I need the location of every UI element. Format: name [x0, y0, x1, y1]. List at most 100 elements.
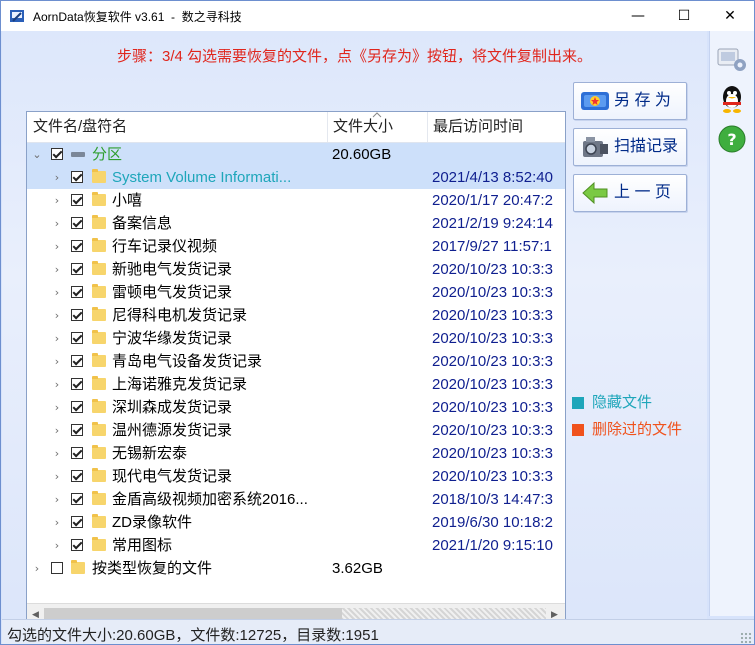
qq-penguin-icon[interactable]: [716, 83, 748, 115]
row-time: 2020/1/17 20:47:2: [432, 192, 553, 209]
tree-row[interactable]: › 温州德源发货记录 2020/10/23 10:3:3: [27, 419, 565, 442]
close-button[interactable]: ✕: [707, 1, 753, 31]
prev-page-label: 上 一 页: [614, 184, 671, 201]
tree-row-partition[interactable]: ⌄ 分区 20.60GB: [27, 143, 565, 166]
row-name: 小嘻: [112, 192, 143, 209]
row-name: 温州德源发货记录: [112, 422, 233, 439]
prev-page-button[interactable]: 上 一 页: [573, 174, 687, 212]
checkbox[interactable]: [71, 217, 83, 229]
status-bar: 勾选的文件大小:20.60GB，文件数:12725，目录数:1951: [2, 619, 754, 644]
expand-chevron-icon[interactable]: ›: [51, 488, 63, 511]
expand-chevron-icon[interactable]: ›: [51, 304, 63, 327]
status-text: 勾选的文件大小:20.60GB，文件数:12725，目录数:1951: [7, 627, 379, 644]
expand-chevron-icon[interactable]: ›: [51, 511, 63, 534]
tree-row[interactable]: › ZD录像软件 2019/6/30 10:18:2: [27, 511, 565, 534]
help-icon[interactable]: ?: [716, 123, 748, 155]
checkbox[interactable]: [51, 148, 63, 160]
row-time: 2020/10/23 10:3:3: [432, 376, 553, 393]
tree-row[interactable]: › 青岛电气设备发货记录 2020/10/23 10:3:3: [27, 350, 565, 373]
app-window: AornData恢复软件 v3.61 - 数之寻科技 — ☐ ✕ 步骤：3/4 …: [0, 0, 755, 645]
scan-record-button[interactable]: 扫描记录: [573, 128, 687, 166]
tree-row[interactable]: › 新驰电气发货记录 2020/10/23 10:3:3: [27, 258, 565, 281]
tree-row[interactable]: › 深圳森成发货记录 2020/10/23 10:3:3: [27, 396, 565, 419]
resize-grip-icon[interactable]: [740, 632, 752, 644]
expand-chevron-icon[interactable]: ›: [51, 212, 63, 235]
tree-row[interactable]: › 雷顿电气发货记录 2020/10/23 10:3:3: [27, 281, 565, 304]
expand-chevron-icon[interactable]: ›: [51, 442, 63, 465]
expand-chevron-icon[interactable]: ›: [31, 557, 43, 580]
tree-row[interactable]: › 宁波华缘发货记录 2020/10/23 10:3:3: [27, 327, 565, 350]
checkbox[interactable]: [71, 309, 83, 321]
expand-chevron-icon[interactable]: ›: [51, 465, 63, 488]
main-panel: 步骤：3/4 勾选需要恢复的文件，点《另存为》按钮，将文件复制出来。 文件名/盘…: [2, 31, 707, 644]
tree-row[interactable]: › 行车记录仪视频 2017/9/27 11:57:1: [27, 235, 565, 258]
title-bar[interactable]: AornData恢复软件 v3.61 - 数之寻科技 — ☐ ✕: [1, 1, 754, 31]
folder-icon: [92, 537, 106, 551]
row-name: 备案信息: [112, 215, 173, 232]
checkbox[interactable]: [71, 516, 83, 528]
checkbox[interactable]: [71, 401, 83, 413]
minimize-button[interactable]: —: [615, 1, 661, 31]
checkbox[interactable]: [71, 424, 83, 436]
drive-icon: [71, 152, 85, 157]
checkbox[interactable]: [71, 263, 83, 275]
column-header-name[interactable]: 文件名/盘符名: [27, 112, 327, 142]
row-time: 2021/1/20 9:15:10: [432, 537, 553, 554]
expand-chevron-icon[interactable]: ›: [51, 419, 63, 442]
save-as-button[interactable]: 另 存 为: [573, 82, 687, 120]
checkbox[interactable]: [71, 171, 83, 183]
expand-chevron-icon[interactable]: ›: [51, 327, 63, 350]
row-name: 宁波华缘发货记录: [112, 330, 233, 347]
checkbox[interactable]: [71, 493, 83, 505]
row-name: 常用图标: [112, 537, 173, 554]
checkbox[interactable]: [71, 378, 83, 390]
checkbox[interactable]: [71, 470, 83, 482]
checkbox[interactable]: [71, 355, 83, 367]
checkbox[interactable]: [71, 286, 83, 298]
tree-row[interactable]: › 无锡新宏泰 2020/10/23 10:3:3: [27, 442, 565, 465]
checkbox[interactable]: [71, 539, 83, 551]
expand-chevron-icon[interactable]: ›: [51, 350, 63, 373]
row-name: 新驰电气发货记录: [112, 261, 233, 278]
folder-icon: [92, 468, 106, 482]
folder-icon: [92, 445, 106, 459]
tree-row[interactable]: › 备案信息 2021/2/19 9:24:14: [27, 212, 565, 235]
row-time: 2020/10/23 10:3:3: [432, 307, 553, 324]
expand-chevron-icon[interactable]: ›: [51, 534, 63, 557]
tree-row[interactable]: › 尼得科电机发货记录 2020/10/23 10:3:3: [27, 304, 565, 327]
row-name: 上海诺雅克发货记录: [112, 376, 248, 393]
expand-chevron-icon[interactable]: ›: [51, 373, 63, 396]
row-name: 金盾高级视频加密系统2016...: [112, 491, 308, 508]
settings-icon[interactable]: [716, 43, 748, 75]
expand-chevron-icon[interactable]: ›: [51, 235, 63, 258]
step-instruction: 步骤：3/4 勾选需要恢复的文件，点《另存为》按钮，将文件复制出来。: [116, 48, 593, 65]
tree-row-by-type[interactable]: › 按类型恢复的文件 3.62GB: [27, 557, 565, 580]
tree-row[interactable]: › 常用图标 2021/1/20 9:15:10: [27, 534, 565, 557]
row-name: 尼得科电机发货记录: [112, 307, 248, 324]
tree-row[interactable]: › 小嘻 2020/1/17 20:47:2: [27, 189, 565, 212]
file-tree-table[interactable]: 文件名/盘符名 文件大小 最后访问时间 ⌄ 分区 20.60GB › Syste…: [26, 111, 566, 624]
expand-chevron-icon[interactable]: ›: [51, 281, 63, 304]
collapse-chevron-icon[interactable]: ⌄: [31, 143, 43, 166]
scan-record-label: 扫描记录: [614, 138, 679, 155]
expand-chevron-icon[interactable]: ›: [51, 258, 63, 281]
row-name: 无锡新宏泰: [112, 445, 188, 462]
folder-icon: [92, 491, 106, 505]
checkbox[interactable]: [71, 332, 83, 344]
row-name: ZD录像软件: [112, 514, 192, 531]
tree-row[interactable]: › 金盾高级视频加密系统2016... 2018/10/3 14:47:3: [27, 488, 565, 511]
checkbox[interactable]: [71, 447, 83, 459]
checkbox[interactable]: [51, 562, 63, 574]
row-name: 按类型恢复的文件: [92, 560, 213, 577]
tree-row[interactable]: › 现代电气发货记录 2020/10/23 10:3:3: [27, 465, 565, 488]
tree-row[interactable]: › System Volume Informati... 2021/4/13 8…: [27, 166, 565, 189]
expand-chevron-icon[interactable]: ›: [51, 189, 63, 212]
expand-chevron-icon[interactable]: ›: [51, 166, 63, 189]
checkbox[interactable]: [71, 194, 83, 206]
tree-row[interactable]: › 上海诺雅克发货记录 2020/10/23 10:3:3: [27, 373, 565, 396]
column-header-time[interactable]: 最后访问时间: [427, 112, 565, 142]
maximize-button[interactable]: ☐: [661, 1, 707, 31]
row-name: 深圳森成发货记录: [112, 399, 233, 416]
expand-chevron-icon[interactable]: ›: [51, 396, 63, 419]
checkbox[interactable]: [71, 240, 83, 252]
